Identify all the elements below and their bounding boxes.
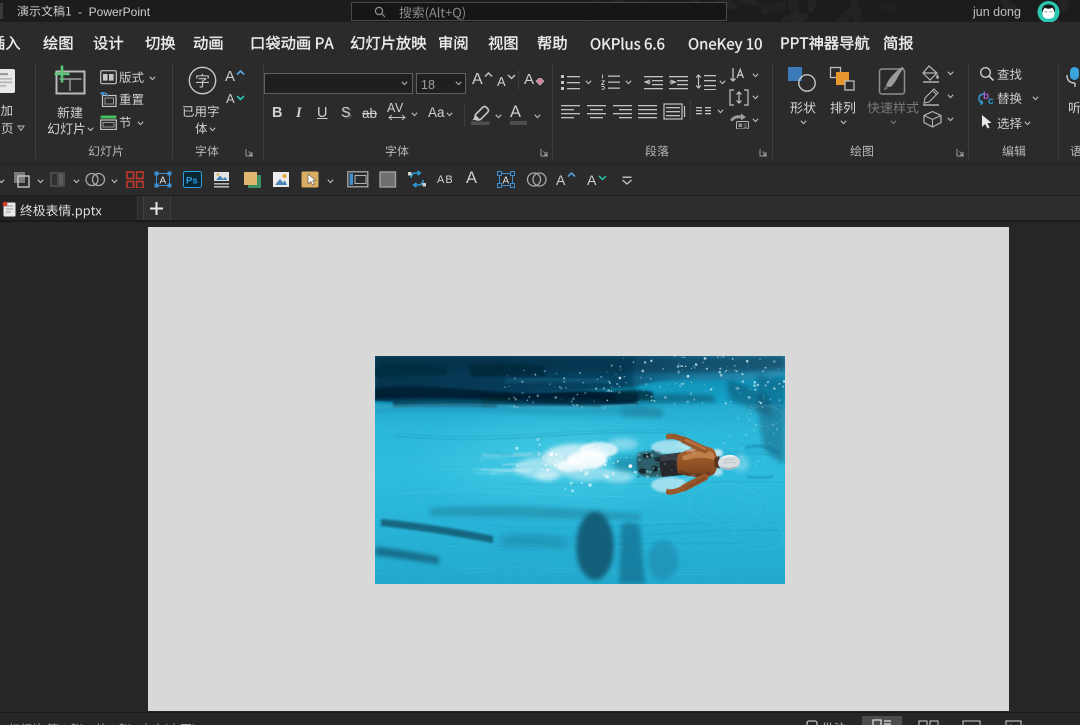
svg-text:A: A	[503, 176, 510, 187]
svg-text:A: A	[160, 176, 167, 187]
svg-text:c: c	[988, 96, 994, 106]
svg-text:Ps: Ps	[186, 176, 198, 187]
